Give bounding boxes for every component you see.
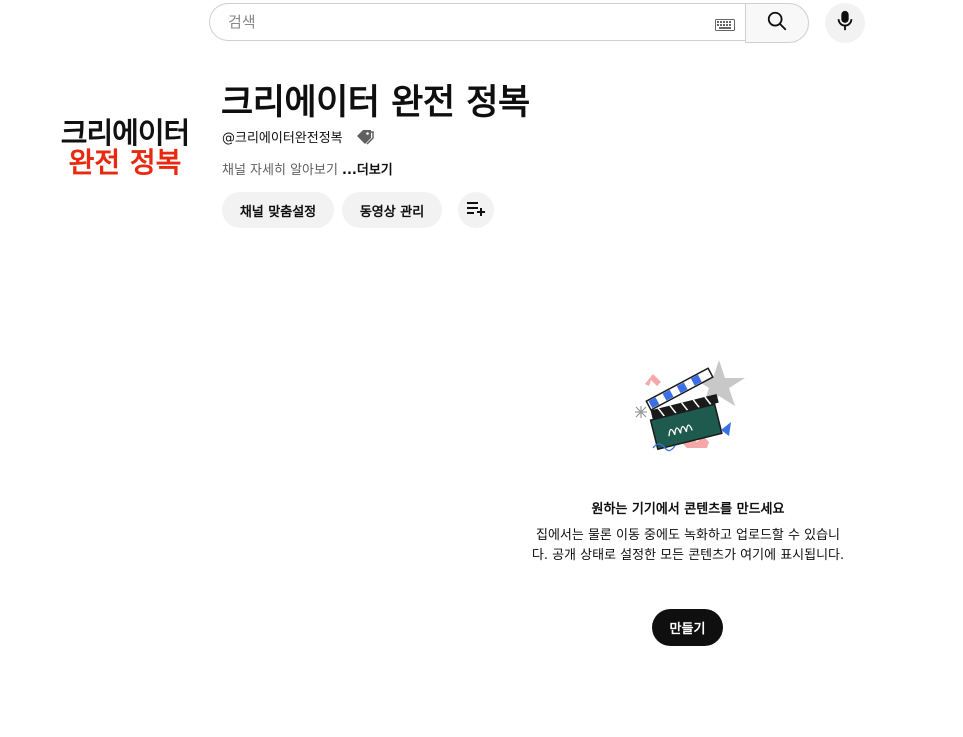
- keyboard-icon[interactable]: [715, 16, 735, 35]
- add-playlist-button[interactable]: [458, 192, 494, 228]
- customize-channel-button[interactable]: 채널 맞춤설정: [222, 192, 334, 228]
- avatar-text-line2: 완전 정복: [68, 146, 182, 180]
- create-button[interactable]: 만들기: [652, 609, 723, 646]
- channel-title: 크리에이터 완전 정복: [221, 83, 530, 123]
- channel-handle: @크리에이터완전정복: [222, 131, 343, 146]
- clapperboard-illustration: [625, 356, 750, 460]
- tag-icon[interactable]: [355, 128, 377, 146]
- channel-handle-row: @크리에이터완전정복: [222, 127, 377, 146]
- search-button[interactable]: [745, 3, 809, 43]
- voice-search-button[interactable]: [825, 3, 865, 43]
- channel-description[interactable]: 채널 자세히 알아보기 ...더보기: [222, 159, 393, 178]
- microphone-icon: [835, 10, 855, 36]
- playlist-add-icon: [466, 200, 486, 220]
- empty-state-title: 원하는 기기에서 콘텐츠를 만드세요: [591, 502, 785, 517]
- channel-avatar[interactable]: 크리에이터 완전 정복: [52, 118, 198, 192]
- search-icon: [766, 10, 788, 36]
- search-box[interactable]: [209, 3, 745, 41]
- avatar-text-line1: 크리에이터: [60, 116, 190, 150]
- empty-state-description: 집에서는 물론 이동 중에도 녹화하고 업로드할 수 있습니다. 공개 상태로 …: [531, 528, 845, 563]
- manage-videos-button[interactable]: 동영상 관리: [342, 192, 442, 228]
- description-text: 채널 자세히 알아보기: [222, 163, 343, 178]
- search-input[interactable]: [226, 12, 690, 32]
- more-link[interactable]: ...더보기: [342, 163, 393, 178]
